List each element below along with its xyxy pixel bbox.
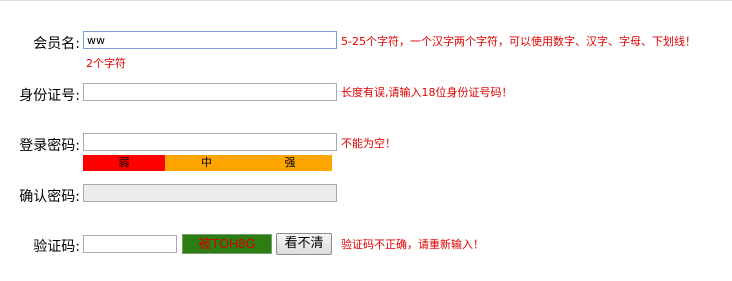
- username-input[interactable]: [83, 31, 337, 49]
- password-hint: 不能为空！: [341, 137, 396, 150]
- captcha-input[interactable]: [83, 235, 177, 253]
- username-hint: 5-25个字符，一个汉字两个字符，可以使用数字、汉字、字母、下划线！: [341, 35, 696, 48]
- captcha-image[interactable]: 被TOH8G: [182, 234, 272, 254]
- top-divider: [0, 0, 732, 5]
- strength-weak: 弱: [83, 155, 165, 171]
- strength-medium: 中: [165, 155, 248, 171]
- username-length-hint: 2个字符: [86, 57, 126, 70]
- captcha-label: 验证码:: [33, 239, 80, 255]
- password-label: 登录密码:: [19, 138, 80, 154]
- id-number-label: 身份证号:: [19, 88, 80, 104]
- id-number-input[interactable]: [83, 83, 337, 101]
- password-input[interactable]: [83, 133, 337, 151]
- registration-form: 会员名: 5-25个字符，一个汉字两个字符，可以使用数字、汉字、字母、下划线！ …: [0, 0, 732, 281]
- captcha-hint: 验证码不正确，请重新输入！: [341, 238, 484, 251]
- confirm-password-label: 确认密码:: [19, 189, 80, 205]
- username-label: 会员名:: [33, 36, 80, 52]
- confirm-password-input[interactable]: [83, 184, 337, 202]
- password-strength-meter: 弱 中 强: [83, 155, 332, 171]
- id-number-hint: 长度有误,请输入18位身份证号码！: [341, 86, 513, 99]
- refresh-captcha-button[interactable]: 看不清: [276, 233, 332, 255]
- strength-strong: 强: [248, 155, 332, 171]
